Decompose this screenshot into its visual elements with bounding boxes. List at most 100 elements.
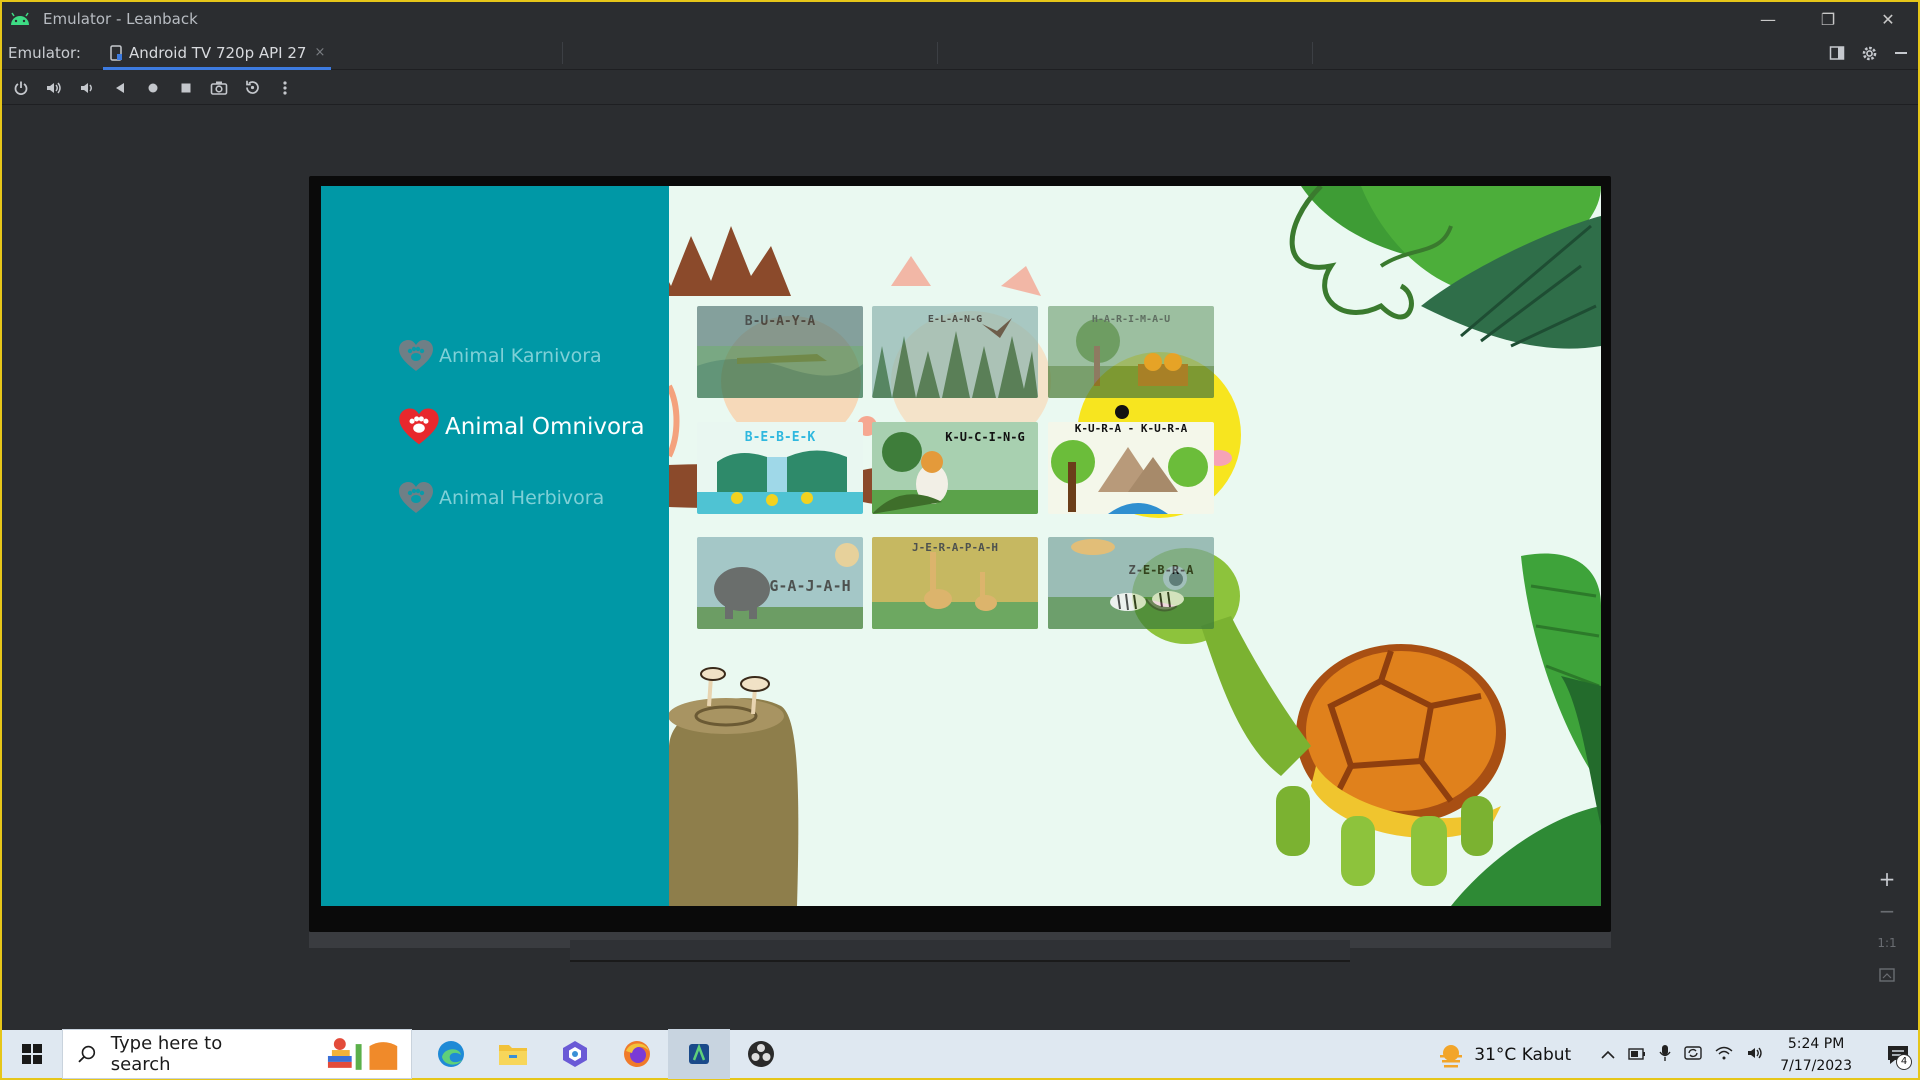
school-supplies-icon (327, 1038, 398, 1070)
zoom-actual-size-button[interactable]: 1:1 (1876, 932, 1898, 954)
firefox-icon (624, 1041, 650, 1067)
category-sidebar: Animal Karnivora Animal Omnivora Animal … (321, 186, 669, 906)
menu-label: Animal Omnivora (445, 414, 645, 440)
battery-icon[interactable] (1628, 1046, 1646, 1064)
windows-logo-icon (22, 1044, 42, 1064)
emulator-label: Emulator: (8, 43, 81, 62)
gear-icon[interactable] (1860, 44, 1878, 62)
window-title: Emulator - Leanback (43, 10, 198, 28)
taskbar-android-studio[interactable] (668, 1029, 730, 1079)
volume-up-icon[interactable] (43, 77, 65, 99)
system-tray: 31°C Kabut 5:24 PM 7/17/2023 4 (1438, 1030, 1918, 1080)
app-screen: Animal Karnivora Animal Omnivora Animal … (321, 186, 1601, 906)
emulator-tab-bar: Emulator: Android TV 720p API 27 × (2, 36, 1918, 70)
animal-card-bebek[interactable]: B-E-B-E-K (697, 422, 863, 514)
search-icon (78, 1045, 96, 1063)
speaker-icon[interactable] (1746, 1045, 1764, 1065)
tab-divider (562, 42, 563, 64)
weather-widget[interactable]: 31°C Kabut (1438, 1042, 1571, 1068)
animal-card-jerapah[interactable]: J-E-R-A-P-A-H (872, 537, 1038, 629)
taskbar-file-explorer[interactable] (482, 1029, 544, 1079)
overview-icon[interactable] (175, 77, 197, 99)
sync-icon[interactable] (1684, 1045, 1702, 1065)
show-hidden-icons-chevron-icon[interactable] (1601, 1046, 1615, 1064)
taskbar-search-box[interactable]: Type here to search (62, 1029, 412, 1079)
search-placeholder: Type here to search (110, 1033, 223, 1075)
weather-fog-icon (1440, 1045, 1463, 1068)
zebra-scene-image (1048, 537, 1214, 629)
folder-icon (499, 1045, 527, 1065)
hide-panel-icon[interactable] (1892, 44, 1910, 62)
minimize-button[interactable]: — (1738, 2, 1798, 36)
microphone-icon[interactable] (1659, 1044, 1671, 1066)
android-icon (11, 12, 29, 25)
taskbar-copilot-app[interactable] (544, 1029, 606, 1079)
menu-item-karnivora[interactable]: Animal Karnivora (397, 338, 602, 374)
card-title: K-U-R-A - K-U-R-A (1074, 422, 1188, 435)
tab-android-tv[interactable]: Android TV 720p API 27 × (102, 36, 332, 70)
taskbar-obs[interactable] (730, 1029, 792, 1079)
animal-card-gajah[interactable]: G-A-J-A-H (697, 537, 863, 629)
card-title: E-L-A-N-G (927, 314, 983, 325)
zoom-fit-icon[interactable] (1876, 964, 1898, 986)
card-title: B-E-B-E-K (744, 430, 816, 445)
obs-icon (748, 1041, 774, 1067)
emulator-zoom-controls: + − 1:1 (1876, 867, 1898, 986)
title-bar: Emulator - Leanback — ❐ ✕ (2, 2, 1918, 36)
animal-card-kucing[interactable]: K-U-C-I-N-G (872, 422, 1038, 514)
taskbar-firefox[interactable] (606, 1029, 668, 1079)
android-studio-icon (689, 1043, 709, 1064)
card-title: Z-E-B-R-A (1128, 563, 1194, 577)
card-title: H-A-R-I-M-A-U (1091, 314, 1171, 325)
card-title: J-E-R-A-P-A-H (911, 541, 999, 554)
tab-divider (937, 42, 938, 64)
turtle-scene-image (1048, 422, 1214, 514)
volume-down-icon[interactable] (76, 77, 98, 99)
animal-card-kura-kura[interactable]: K-U-R-A - K-U-R-A (1048, 422, 1214, 514)
wifi-icon[interactable] (1715, 1046, 1733, 1064)
zoom-in-button[interactable]: + (1876, 867, 1898, 891)
notification-count-badge: 4 (1896, 1054, 1912, 1070)
more-options-icon[interactable] (274, 77, 296, 99)
animal-card-zebra[interactable]: Z-E-B-R-A (1048, 537, 1214, 629)
clock[interactable]: 5:24 PM 7/17/2023 (1780, 1033, 1852, 1077)
tv-stand-base (570, 940, 1350, 962)
card-title: G-A-J-A-H (769, 577, 851, 595)
clock-time: 5:24 PM (1787, 1036, 1845, 1052)
start-button[interactable] (2, 1029, 62, 1079)
clock-date: 7/17/2023 (1780, 1058, 1852, 1074)
menu-item-herbivora[interactable]: Animal Herbivora (397, 480, 604, 516)
rotate-icon[interactable] (241, 77, 263, 99)
emulator-toolbar (2, 71, 1918, 105)
menu-label: Animal Herbivora (439, 487, 605, 509)
tab-close-icon[interactable]: × (314, 45, 325, 60)
animal-card-harimau[interactable]: H-A-R-I-M-A-U (1048, 306, 1214, 398)
animal-card-elang[interactable]: E-L-A-N-G (872, 306, 1038, 398)
taskbar-edge[interactable] (420, 1029, 482, 1079)
weather-text: 31°C Kabut (1474, 1045, 1572, 1065)
edge-icon (438, 1041, 464, 1067)
paw-heart-icon (399, 482, 433, 513)
card-title: B-U-A-Y-A (744, 314, 816, 329)
notification-center-button[interactable]: 4 (1878, 1030, 1918, 1080)
menu-label: Animal Karnivora (439, 345, 602, 367)
leaves-top-right-illustration (1289, 186, 1601, 349)
home-icon[interactable] (142, 77, 164, 99)
power-icon[interactable] (10, 77, 32, 99)
close-button[interactable]: ✕ (1858, 2, 1918, 36)
windows-taskbar: Type here to search 31°C Kabut 5:24 PM 7… (0, 1029, 1920, 1080)
app-hexagon-icon (563, 1041, 587, 1067)
restore-button[interactable]: ❐ (1798, 2, 1858, 36)
zoom-out-button[interactable]: − (1876, 899, 1898, 923)
camera-icon[interactable] (208, 77, 230, 99)
card-title: K-U-C-I-N-G (945, 430, 1025, 444)
tab-divider (1312, 42, 1313, 64)
menu-item-omnivora[interactable]: Animal Omnivora (397, 406, 645, 448)
animal-card-buaya[interactable]: B-U-A-Y-A (697, 306, 863, 398)
paw-heart-icon (399, 340, 433, 371)
layout-icon[interactable] (1828, 44, 1846, 62)
back-icon[interactable] (109, 77, 131, 99)
paw-heart-icon (399, 408, 439, 445)
device-icon (110, 44, 122, 61)
tab-label: Android TV 720p API 27 (128, 43, 307, 62)
